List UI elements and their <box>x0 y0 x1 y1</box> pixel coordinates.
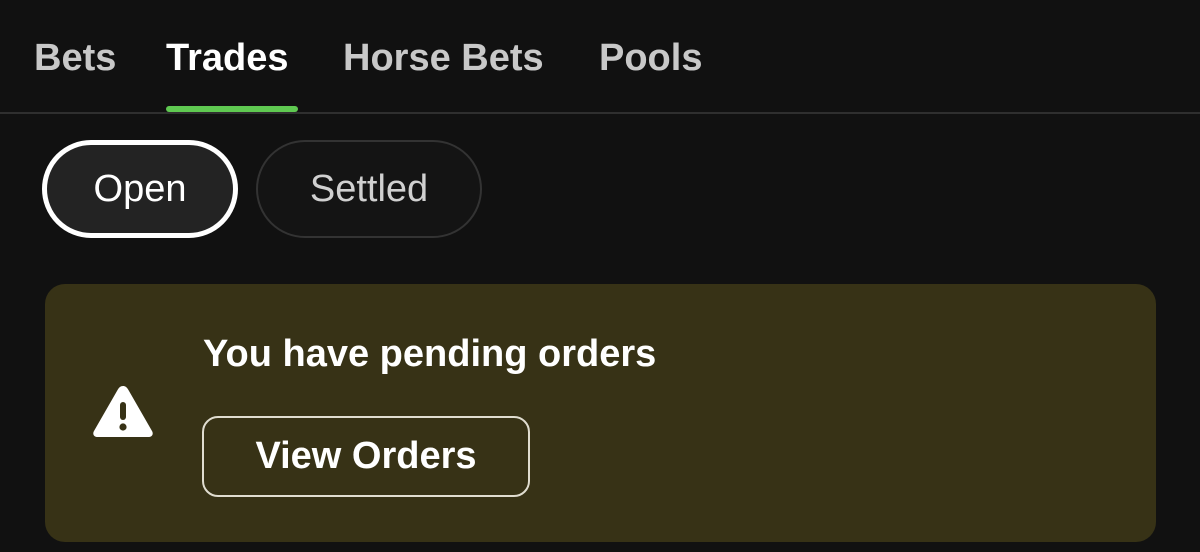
pending-orders-title: You have pending orders <box>203 333 657 375</box>
view-orders-button[interactable]: View Orders <box>202 416 530 497</box>
tab-pools[interactable]: Pools <box>599 34 702 82</box>
filter-open-button[interactable]: Open <box>42 140 238 238</box>
bet-type-tabs: Bets Trades Horse Bets Pools <box>0 0 1200 114</box>
tab-bets[interactable]: Bets <box>34 34 116 82</box>
tab-trades[interactable]: Trades <box>166 34 289 82</box>
active-tab-indicator <box>166 106 298 112</box>
warning-triangle-icon <box>93 386 153 437</box>
pending-orders-banner <box>45 284 1156 542</box>
tab-horse-bets[interactable]: Horse Bets <box>343 34 544 82</box>
filter-settled-button[interactable]: Settled <box>256 140 482 238</box>
